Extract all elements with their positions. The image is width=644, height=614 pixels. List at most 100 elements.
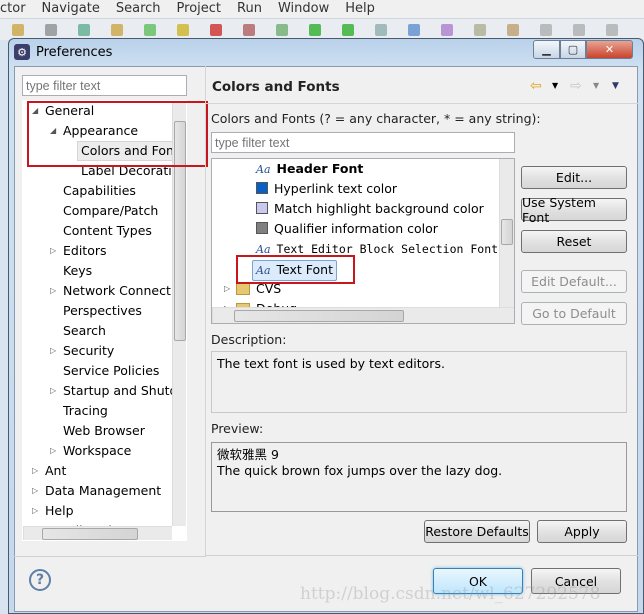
use-system-font-button[interactable]: Use System Font bbox=[521, 195, 627, 225]
tree-item[interactable]: ▷ Network Connections bbox=[23, 281, 186, 301]
tree-item[interactable]: ▷ Security bbox=[23, 341, 172, 361]
tree-item[interactable]: Service Policies bbox=[23, 361, 172, 381]
tree-item-label: Web Browser bbox=[63, 423, 145, 438]
back-arrow-icon[interactable]: ⇦ bbox=[530, 78, 542, 94]
tree-item-label: Search bbox=[63, 323, 106, 338]
highlight-annotation bbox=[27, 101, 208, 167]
collapsed-arrow-icon[interactable]: ▷ bbox=[50, 381, 56, 401]
apply-button[interactable]: Apply bbox=[537, 520, 627, 543]
tree-item[interactable]: Capabilities bbox=[23, 181, 172, 201]
menu-run[interactable]: Run bbox=[229, 0, 270, 18]
tree-item-label: Security bbox=[63, 343, 115, 358]
tree-item[interactable]: ▷ Data Management bbox=[23, 481, 172, 501]
collapsed-arrow-icon[interactable]: ▷ bbox=[224, 279, 230, 299]
menu-help[interactable]: Help bbox=[337, 0, 383, 18]
collapsed-arrow-icon[interactable]: ▷ bbox=[50, 441, 56, 461]
collapsed-arrow-icon[interactable]: ▷ bbox=[50, 241, 56, 261]
menu-ctor[interactable]: ctor bbox=[0, 0, 34, 18]
toolbar-icon[interactable] bbox=[474, 24, 486, 36]
tree-item[interactable]: Tracing bbox=[23, 401, 172, 421]
category-folder-icon bbox=[236, 283, 250, 295]
tree-item[interactable]: Web Browser bbox=[23, 421, 172, 441]
tree-item-label: Help bbox=[45, 503, 74, 518]
collapsed-arrow-icon[interactable]: ▷ bbox=[50, 281, 56, 301]
toolbar-icon[interactable] bbox=[441, 24, 453, 36]
maximize-button[interactable]: ▢ bbox=[560, 40, 586, 59]
toolbar-icon[interactable] bbox=[111, 24, 123, 36]
toolbar-icon[interactable] bbox=[540, 24, 552, 36]
highlight-annotation bbox=[236, 255, 355, 284]
toolbar-icon[interactable] bbox=[408, 24, 420, 36]
reset-button[interactable]: Reset bbox=[521, 230, 627, 253]
preview-sample-text: The quick brown fox jumps over the lazy … bbox=[217, 463, 503, 478]
toolbar-icon[interactable] bbox=[309, 24, 321, 36]
menu-window[interactable]: Window bbox=[270, 0, 337, 18]
tree-item-label: Tracing bbox=[63, 403, 108, 418]
toolbar-icon[interactable] bbox=[78, 24, 90, 36]
scrollbar-thumb[interactable] bbox=[234, 310, 404, 322]
tree-filter-input[interactable] bbox=[22, 75, 187, 96]
tree-item[interactable]: ▷ Help bbox=[23, 501, 172, 521]
toolbar-icon[interactable] bbox=[507, 24, 519, 36]
tree-item[interactable]: Keys bbox=[23, 261, 172, 281]
toolbar-icon[interactable] bbox=[12, 24, 24, 36]
toolbar-icon[interactable] bbox=[177, 24, 189, 36]
edit-default-button[interactable]: Edit Default... bbox=[521, 270, 627, 293]
tree-item[interactable]: ▷ Editors bbox=[23, 241, 172, 261]
list-vertical-scrollbar[interactable] bbox=[499, 159, 514, 307]
preferences-gear-icon: ⚙ bbox=[14, 44, 30, 60]
menu-search[interactable]: Search bbox=[108, 0, 169, 18]
tree-item[interactable]: ▷ Ant bbox=[23, 461, 172, 481]
menu-project[interactable]: Project bbox=[169, 0, 229, 18]
item-label: Qualifier information color bbox=[274, 221, 438, 236]
toolbar-icon[interactable] bbox=[342, 24, 354, 36]
toolbar-icon[interactable] bbox=[606, 24, 618, 36]
tree-item-label: Data Management bbox=[45, 483, 162, 498]
menu-navigate[interactable]: Navigate bbox=[34, 0, 108, 18]
tree-item-label: Editors bbox=[63, 243, 107, 258]
collapsed-arrow-icon[interactable]: ▷ bbox=[50, 341, 56, 361]
tree-item[interactable]: Search bbox=[23, 321, 172, 341]
view-menu-icon[interactable]: ▼ bbox=[612, 81, 619, 91]
toolbar-icon[interactable] bbox=[210, 24, 222, 36]
scrollbar-thumb[interactable] bbox=[42, 528, 138, 540]
page-title: Colors and Fonts bbox=[212, 79, 340, 95]
tree-item[interactable]: Perspectives bbox=[23, 301, 172, 321]
collapsed-arrow-icon[interactable]: ▷ bbox=[32, 481, 38, 501]
minimize-button[interactable]: ▁ bbox=[533, 40, 560, 59]
collapsed-arrow-icon[interactable]: ▷ bbox=[32, 461, 38, 481]
help-icon[interactable]: ? bbox=[29, 569, 51, 591]
tree-item[interactable]: ▷ Workspace bbox=[23, 441, 172, 461]
preview-box: 微软雅黑 9 The quick brown fox jumps over th… bbox=[211, 442, 627, 512]
restore-defaults-button[interactable]: Restore Defaults bbox=[424, 520, 530, 543]
tree-item[interactable]: Compare/Patch bbox=[23, 201, 172, 221]
collapsed-arrow-icon[interactable]: ▷ bbox=[32, 501, 38, 521]
toolbar-icon[interactable] bbox=[573, 24, 585, 36]
list-horizontal-scrollbar[interactable] bbox=[212, 307, 514, 323]
item-label: Text Editor Block Selection Font bbox=[276, 242, 499, 256]
item-label: Hyperlink text color bbox=[274, 181, 398, 196]
toolbar-icon[interactable] bbox=[243, 24, 255, 36]
watermark: http://blog.csdn.net/wl_627292578 bbox=[300, 584, 601, 604]
tree-item[interactable]: ▷ Startup and Shutdown bbox=[23, 381, 186, 401]
tree-item-label: Workspace bbox=[63, 443, 132, 458]
toolbar-icon[interactable] bbox=[276, 24, 288, 36]
tree-item[interactable]: Content Types bbox=[23, 221, 172, 241]
tree-item-label: Compare/Patch bbox=[63, 203, 159, 218]
go-to-default-button[interactable]: Go to Default bbox=[521, 302, 627, 325]
toolbar-icon[interactable] bbox=[45, 24, 57, 36]
colors-filter-input[interactable] bbox=[211, 132, 515, 153]
toolbar-icon[interactable] bbox=[375, 24, 387, 36]
scrollbar-thumb[interactable] bbox=[501, 219, 513, 245]
color-swatch-icon bbox=[256, 222, 268, 234]
item-label: Header Font bbox=[276, 161, 364, 176]
forward-menu-chevron-icon: ▼ bbox=[593, 81, 600, 90]
tree-item-label: Network Connections bbox=[63, 283, 187, 298]
edit-button[interactable]: Edit... bbox=[521, 166, 627, 189]
toolbar-icon[interactable] bbox=[144, 24, 156, 36]
colors-fonts-list: Aa Header Font Hyperlink text color Match h… bbox=[211, 158, 515, 324]
close-button[interactable]: ✕ bbox=[586, 40, 633, 59]
tree-horizontal-scrollbar[interactable] bbox=[23, 526, 172, 540]
back-menu-chevron-icon[interactable]: ▼ bbox=[552, 81, 558, 90]
preview-label: Preview: bbox=[211, 421, 264, 436]
